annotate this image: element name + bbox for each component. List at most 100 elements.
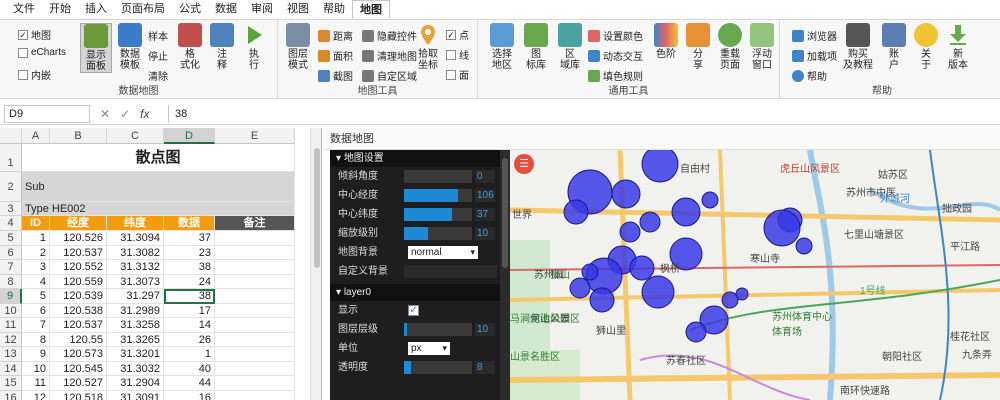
region-lib-button[interactable]: 区 域库: [554, 23, 586, 71]
setting-slider[interactable]: [404, 189, 472, 202]
account-button[interactable]: 账 户: [878, 23, 910, 71]
cell-lng[interactable]: 120.537: [50, 245, 107, 260]
row-header[interactable]: 15: [0, 376, 22, 391]
cell-note[interactable]: [215, 274, 295, 289]
setting-value[interactable]: 10: [475, 227, 495, 240]
sheet-scrollbar[interactable]: [310, 128, 321, 400]
cell-id[interactable]: 6: [22, 303, 50, 318]
cell-id[interactable]: 4: [22, 274, 50, 289]
custom-region-button[interactable]: 自定区域: [362, 68, 417, 83]
menu-data[interactable]: 数据: [208, 0, 244, 19]
execute-button[interactable]: 执 行: [238, 23, 270, 71]
cell-id[interactable]: 11: [22, 376, 50, 391]
annotate-button[interactable]: 注 释: [206, 23, 238, 71]
scatter-bubble[interactable]: [589, 287, 615, 313]
cell-id[interactable]: 8: [22, 332, 50, 347]
layer-mode-button[interactable]: 图层 模式: [282, 23, 314, 71]
checkbox-line[interactable]: 线: [446, 47, 469, 62]
cell-id[interactable]: 5: [22, 289, 50, 304]
area-button[interactable]: 面积: [318, 48, 353, 63]
sample-button[interactable]: 样本: [148, 28, 168, 43]
header-note-cell[interactable]: 备注: [215, 216, 295, 231]
cell-data[interactable]: 40: [164, 361, 215, 376]
scatter-bubble[interactable]: [685, 321, 707, 343]
formula-input[interactable]: 38: [168, 105, 994, 123]
type-cell[interactable]: Type HE002: [22, 202, 295, 216]
cell-data[interactable]: 17: [164, 303, 215, 318]
cell-lng[interactable]: 120.545: [50, 361, 107, 376]
layer-section-header[interactable]: ▾ layer0: [330, 284, 510, 301]
cell-id[interactable]: 2: [22, 245, 50, 260]
share-button[interactable]: 分 享: [682, 23, 714, 71]
row-header[interactable]: 8: [0, 274, 22, 289]
cell-id[interactable]: 12: [22, 390, 50, 400]
scatter-bubble[interactable]: [671, 197, 701, 227]
palette-button[interactable]: 色阶: [650, 23, 682, 60]
cell-data[interactable]: 38: [164, 260, 215, 275]
cell-lat[interactable]: 31.3132: [107, 260, 164, 275]
row-header[interactable]: 12: [0, 332, 22, 347]
cell-id[interactable]: 10: [22, 361, 50, 376]
settings-scrollbar-thumb[interactable]: [502, 158, 508, 268]
cell-note[interactable]: [215, 318, 295, 333]
cell-lng[interactable]: 120.539: [50, 289, 107, 304]
scatter-bubble[interactable]: [639, 211, 661, 233]
cell-lat[interactable]: 31.3094: [107, 231, 164, 246]
help-button[interactable]: 帮助: [792, 68, 827, 83]
layer-level-value[interactable]: 10: [475, 323, 495, 336]
cell-lng[interactable]: 120.573: [50, 347, 107, 362]
distance-button[interactable]: 距离: [318, 28, 353, 43]
cell-lat[interactable]: 31.3265: [107, 332, 164, 347]
menu-insert[interactable]: 插入: [78, 0, 114, 19]
header-lng-cell[interactable]: 经度: [50, 216, 107, 231]
checkbox-polygon-box[interactable]: [446, 69, 456, 80]
scatter-bubble[interactable]: [735, 287, 749, 301]
column-header-e[interactable]: E: [215, 128, 295, 144]
scatter-bubble[interactable]: [795, 237, 813, 255]
cell-lng[interactable]: 120.55: [50, 332, 107, 347]
column-header-d[interactable]: D: [164, 128, 215, 144]
menu-formulas[interactable]: 公式: [172, 0, 208, 19]
scatter-bubble[interactable]: [701, 191, 719, 209]
cell-lng[interactable]: 120.527: [50, 376, 107, 391]
cell-note[interactable]: [215, 245, 295, 260]
browser-button[interactable]: 浏览器: [792, 28, 837, 43]
scatter-bubble[interactable]: [611, 179, 641, 209]
cell-data[interactable]: 24: [164, 274, 215, 289]
checkbox-point-box[interactable]: ✓: [446, 29, 456, 40]
buy-button[interactable]: 购买 及教程: [842, 23, 874, 71]
cell-lat[interactable]: 31.3073: [107, 274, 164, 289]
cell-lng[interactable]: 120.518: [50, 390, 107, 400]
cell-note[interactable]: [215, 390, 295, 400]
row-header[interactable]: 7: [0, 260, 22, 275]
cell-lng[interactable]: 120.552: [50, 260, 107, 275]
cell-lat[interactable]: 31.2904: [107, 376, 164, 391]
screenshot-button[interactable]: 截图: [318, 68, 353, 83]
map-canvas[interactable]: ☰ 虎丘山风景区 姑苏区 苏州市中医 拙政园 七里山塘景区 平江路 寒山寺 苏州…: [510, 150, 1000, 400]
cell-note[interactable]: [215, 260, 295, 275]
row-header[interactable]: 11: [0, 318, 22, 333]
menu-page-layout[interactable]: 页面布局: [114, 0, 172, 19]
setting-slider[interactable]: [404, 227, 472, 240]
scatter-bubble[interactable]: [629, 255, 655, 281]
select-region-button[interactable]: 选择 地区: [486, 23, 518, 71]
clear-button[interactable]: 清除: [148, 68, 168, 83]
scatter-bubble[interactable]: [581, 263, 599, 281]
setting-slider[interactable]: [404, 170, 472, 183]
checkbox-echarts[interactable]: eCharts: [18, 47, 66, 58]
scatter-bubble[interactable]: [641, 275, 675, 309]
row-header-2[interactable]: 2: [0, 172, 22, 202]
cell-note[interactable]: [215, 376, 295, 391]
checkbox-point[interactable]: ✓ 点: [446, 27, 469, 42]
row-header[interactable]: 14: [0, 361, 22, 376]
unit-select[interactable]: px: [408, 342, 450, 355]
checkbox-embed-box[interactable]: [18, 69, 28, 80]
row-header[interactable]: 9: [0, 289, 22, 304]
cell-lat[interactable]: 31.3201: [107, 347, 164, 362]
column-header-b[interactable]: B: [50, 128, 107, 144]
format-button[interactable]: 格 式化: [174, 23, 206, 71]
setting-value[interactable]: 0: [475, 170, 495, 183]
row-header[interactable]: 13: [0, 347, 22, 362]
cell-lat[interactable]: 31.297: [107, 289, 164, 304]
cell-lat[interactable]: 31.3091: [107, 390, 164, 400]
